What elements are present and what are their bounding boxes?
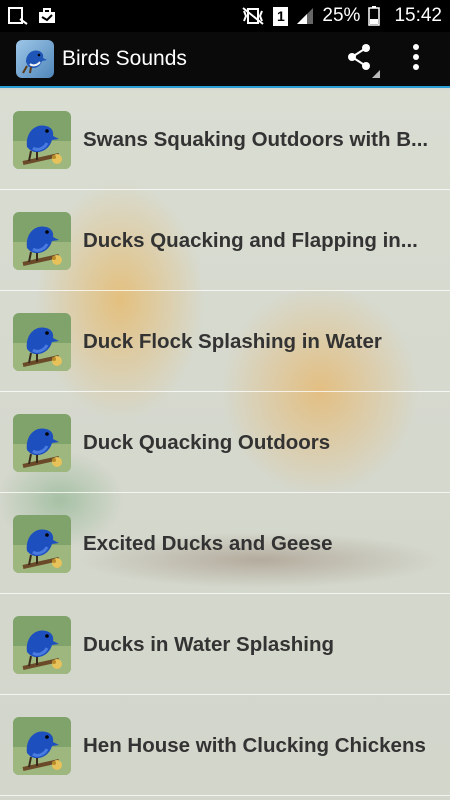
sound-list-item[interactable]: Duck Quacking Outdoors	[0, 393, 450, 493]
battery-icon	[368, 6, 381, 26]
share-icon	[345, 43, 373, 76]
overflow-menu-button[interactable]	[410, 43, 422, 75]
bluebird-thumbnail-icon	[13, 413, 71, 472]
sound-title: Ducks Quacking and Flapping in...	[83, 228, 418, 252]
vibrate-icon	[241, 7, 265, 25]
bluebird-thumbnail-icon	[13, 312, 71, 371]
sound-title: Duck Quacking Outdoors	[83, 430, 331, 454]
bluebird-thumbnail-icon	[13, 514, 71, 573]
dropdown-corner-indicator	[372, 70, 380, 78]
sound-list-item[interactable]: Swans Squaking Outdoors with B...	[0, 90, 450, 190]
sound-title: Excited Ducks and Geese	[83, 531, 333, 555]
more-vert-icon	[413, 43, 419, 75]
signal-icon	[296, 7, 314, 25]
sound-title: Hen House with Clucking Chickens	[83, 733, 426, 757]
sound-list-item[interactable]: Ducks Quacking and Flapping in...	[0, 191, 450, 291]
sound-list-item[interactable]: Duck Flock Splashing in Water	[0, 292, 450, 392]
status-right: 1 25% 15:42	[241, 5, 442, 27]
share-button[interactable]	[342, 42, 380, 78]
status-bar: 1 25% 15:42	[0, 0, 450, 32]
battery-percent: 25%	[322, 5, 361, 26]
app-logo-bird-icon	[16, 40, 54, 78]
bluebird-thumbnail-icon	[13, 615, 71, 674]
bluebird-thumbnail-icon	[13, 211, 71, 270]
bluebird-thumbnail-icon	[13, 716, 71, 775]
screen-cast-icon	[8, 7, 28, 25]
sound-title: Ducks in Water Splashing	[83, 632, 334, 656]
app-actions	[342, 42, 440, 78]
bluebird-thumbnail-icon	[13, 110, 71, 169]
sound-title: Duck Flock Splashing in Water	[83, 329, 382, 353]
clock-time: 15:42	[394, 5, 442, 26]
sim-slot-icon: 1	[273, 6, 289, 26]
status-left	[8, 7, 56, 25]
sound-list-item[interactable]: Hen House with Clucking Chickens	[0, 696, 450, 796]
sound-list-item[interactable]: Excited Ducks and Geese	[0, 494, 450, 594]
briefcase-icon	[38, 8, 56, 24]
app-title: Birds Sounds	[62, 47, 187, 70]
sound-list-item[interactable]: Ducks in Water Splashing	[0, 595, 450, 695]
sound-list[interactable]: Swans Squaking Outdoors with B... Ducks …	[0, 90, 450, 800]
app-bar: Birds Sounds	[0, 32, 450, 88]
sound-title: Swans Squaking Outdoors with B...	[83, 127, 429, 151]
